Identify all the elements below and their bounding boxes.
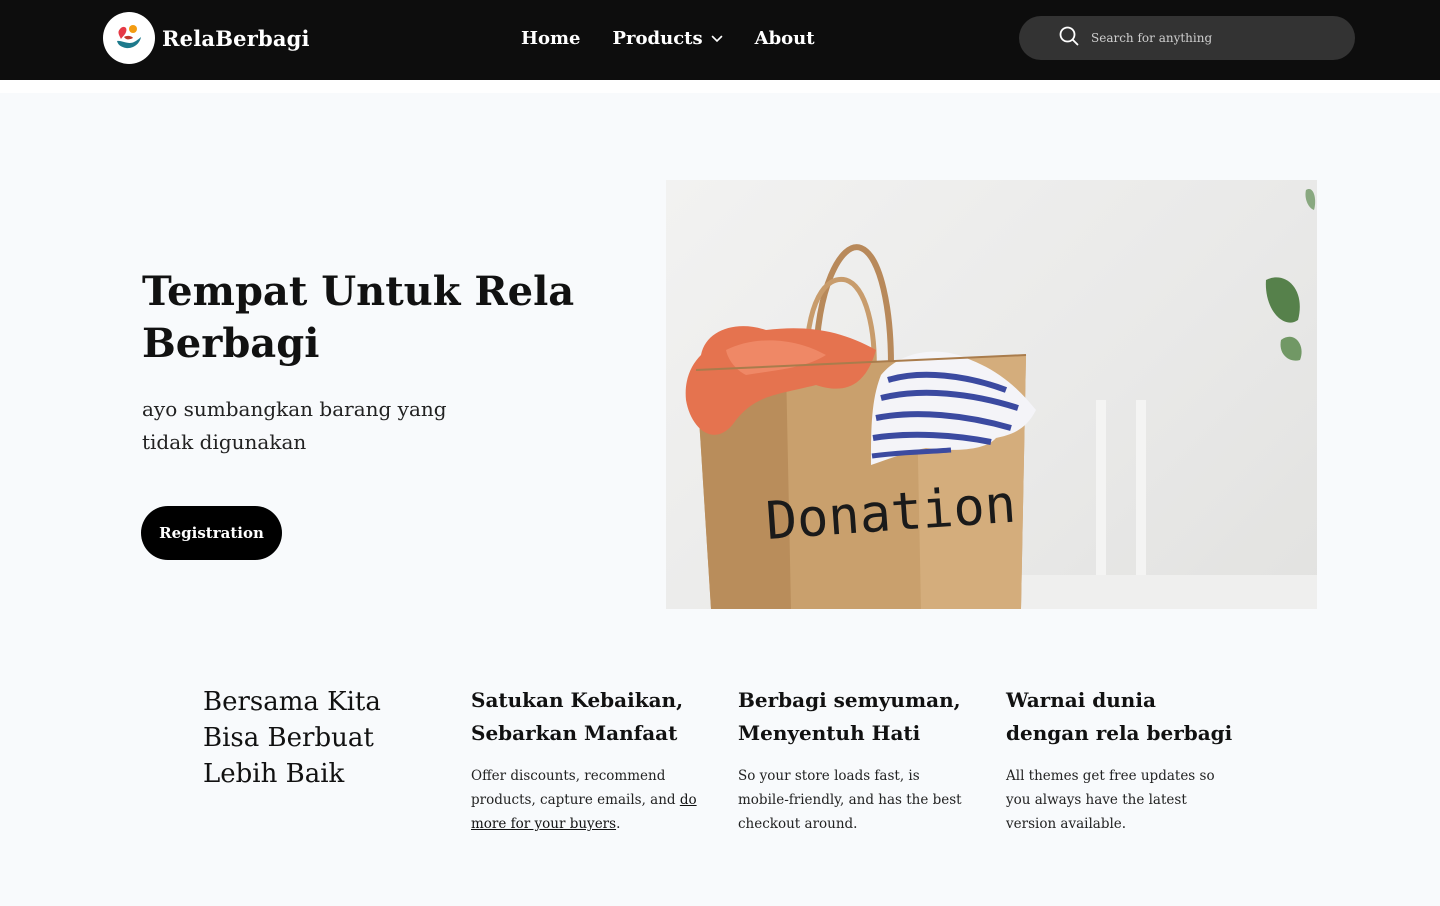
feature-card: Berbagi semyuman, Menyentuh Hati So your…	[738, 684, 973, 836]
main-nav: Home Products About	[521, 28, 847, 49]
nav-products-dropdown[interactable]: Products	[613, 28, 723, 49]
feature-card: Warnai dunia dengan rela berbagi All the…	[1006, 684, 1241, 836]
chevron-down-icon	[711, 35, 723, 43]
registration-button[interactable]: Registration	[141, 506, 282, 560]
nav-home-link[interactable]: Home	[521, 28, 581, 49]
search-bar[interactable]	[1019, 16, 1355, 60]
feature-title: Satukan Kebaikan, Sebarkan Manfaat	[471, 688, 684, 745]
nav-about-link[interactable]: About	[755, 28, 815, 49]
search-input[interactable]	[1091, 31, 1331, 45]
donation-bag-illustration: Donation	[685, 189, 1317, 609]
hero-title: Tempat Untuk Rela Berbagi	[142, 268, 575, 367]
feature-title: Berbagi semyuman, Menyentuh Hati	[738, 688, 961, 745]
nav-products-label: Products	[612, 28, 703, 49]
feature-text-end: .	[616, 816, 621, 832]
top-navbar: RelaBerbagi Home Products About	[0, 0, 1440, 80]
feature-text: All themes get free updates so you alway…	[1006, 768, 1215, 832]
feature-text: Offer discounts, recommend products, cap…	[471, 764, 706, 836]
nav-home-label: Home	[521, 28, 581, 49]
nav-about-label: About	[754, 28, 815, 49]
feature-text: So your store loads fast, is mobile-frie…	[738, 768, 962, 832]
hero-image: Donation	[666, 180, 1317, 609]
header-divider	[0, 80, 1440, 93]
features-lead-heading: Bersama Kita Bisa Berbuat Lebih Baik	[203, 687, 381, 789]
brand-name: RelaBerbagi	[162, 25, 310, 51]
search-icon[interactable]	[1059, 26, 1079, 50]
feature-text-body: Offer discounts, recommend products, cap…	[471, 768, 680, 808]
feature-title: Warnai dunia dengan rela berbagi	[1006, 688, 1233, 745]
brand-logo-icon	[103, 12, 155, 64]
brand-link[interactable]: RelaBerbagi	[103, 12, 310, 64]
feature-card: Satukan Kebaikan, Sebarkan Manfaat Offer…	[471, 684, 706, 836]
hero-subtitle: ayo sumbangkan barang yang tidak digunak…	[142, 397, 447, 454]
